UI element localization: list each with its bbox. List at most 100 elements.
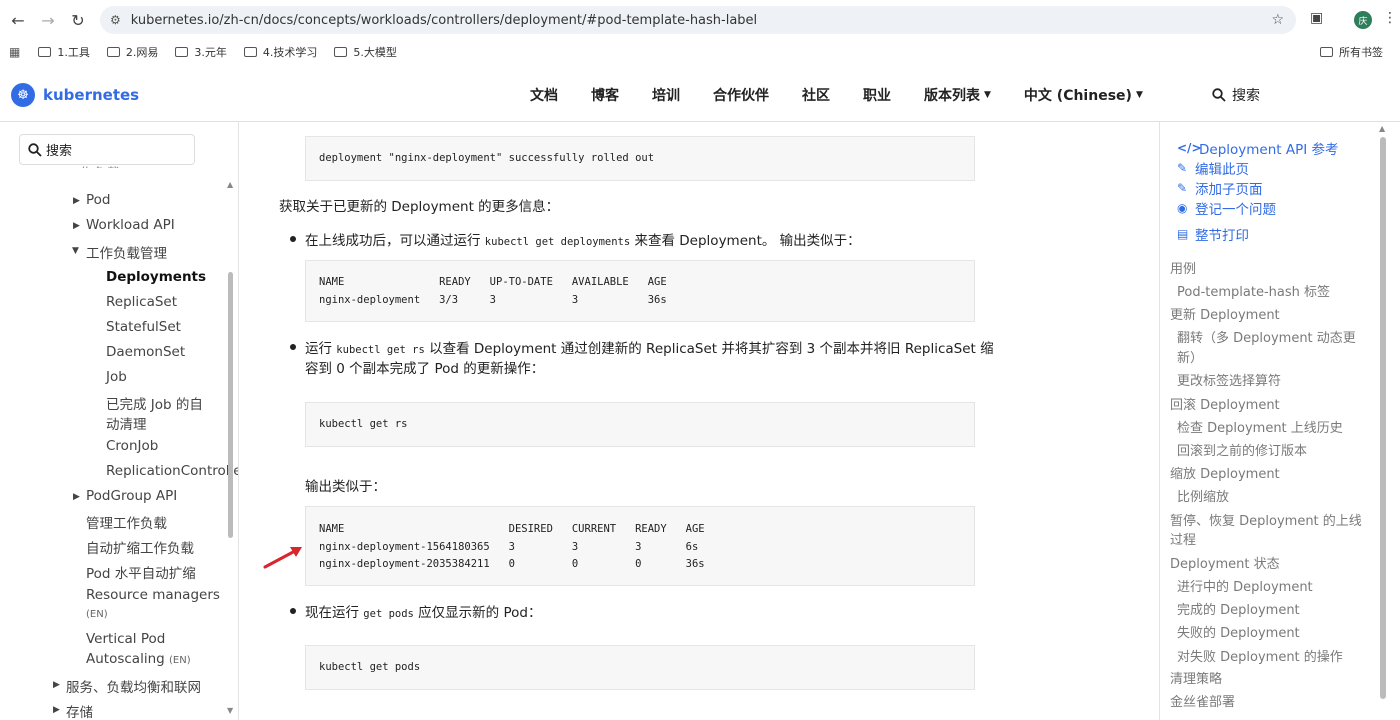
- avatar[interactable]: 庆: [1354, 11, 1372, 29]
- toc-item[interactable]: 过程: [1170, 531, 1196, 550]
- caret-right-icon[interactable]: ▶: [73, 196, 80, 206]
- create-issue-link[interactable]: ◉ 登记一个问题: [1177, 198, 1276, 218]
- toc-item[interactable]: 缩放 Deployment: [1170, 465, 1280, 484]
- toc-item[interactable]: 暂停、恢复 Deployment 的上线: [1170, 512, 1362, 531]
- toc-item[interactable]: 用例: [1170, 260, 1196, 279]
- sidebar-item-workload-api[interactable]: Workload API: [86, 217, 175, 233]
- scroll-down-icon[interactable]: ▼: [227, 706, 233, 715]
- sidebar-item-vpa[interactable]: Vertical Pod: [86, 631, 165, 647]
- address-bar[interactable]: ⚙ kubernetes.io/zh-cn/docs/concepts/work…: [100, 6, 1296, 34]
- folder-icon: [106, 47, 120, 57]
- sidebar-item-autoscaling[interactable]: 自动扩缩工作负载: [86, 537, 194, 557]
- toc-item[interactable]: 检查 Deployment 上线历史: [1177, 419, 1343, 438]
- caret-right-icon[interactable]: ▶: [53, 705, 60, 715]
- scroll-up-icon[interactable]: ▲: [1379, 124, 1385, 133]
- bullet-get-rs: 运行 kubectl get rs 以查看 Deployment 通过创建新的 …: [305, 341, 994, 357]
- bookmark-folder[interactable]: 2.网易: [106, 44, 158, 60]
- toc-item[interactable]: 翻转（多 Deployment 动态更: [1177, 329, 1356, 348]
- toc-item[interactable]: Deployment 状态: [1170, 555, 1280, 574]
- caret-down-icon: ▼: [984, 90, 991, 100]
- bullet-get-rs-line2: 容到 0 个副本完成了 Pod 的更新操作：: [305, 361, 545, 377]
- toc-item[interactable]: 对失败 Deployment 的操作: [1177, 648, 1343, 667]
- reload-icon[interactable]: ↻: [63, 5, 93, 35]
- site-info-icon[interactable]: ⚙: [110, 13, 121, 27]
- edit-page-link[interactable]: ✎ 编辑此页: [1177, 158, 1249, 178]
- sidebar-item-podgroup-api[interactable]: PodGroup API: [86, 488, 177, 504]
- bookmark-folder[interactable]: 3.元年: [175, 44, 227, 60]
- nav-language[interactable]: 中文 (Chinese) ▼: [1024, 85, 1143, 105]
- sidebar-item-hpa[interactable]: Pod 水平自动扩缩: [86, 562, 196, 582]
- deployment-api-reference-link[interactable]: </> Deployment API 参考: [1177, 138, 1339, 158]
- nav-versions[interactable]: 版本列表 ▼: [924, 85, 991, 105]
- toc-item[interactable]: 进行中的 Deployment: [1177, 578, 1313, 597]
- toc-item[interactable]: 比例缩放: [1177, 488, 1229, 507]
- folder-icon: [243, 47, 257, 57]
- toc-item[interactable]: 更改标签选择算符: [1177, 372, 1281, 391]
- menu-icon[interactable]: ⋮: [1383, 10, 1397, 26]
- toc-scrollbar[interactable]: [1380, 137, 1386, 699]
- toc-item[interactable]: 金丝雀部署: [1170, 693, 1235, 712]
- sidebar-item-services-networking[interactable]: 服务、负载均衡和联网: [66, 676, 201, 696]
- caret-down-icon[interactable]: ▼: [72, 246, 79, 256]
- red-arrow-annotation: [263, 547, 302, 569]
- edit-icon: ✎: [1177, 161, 1188, 175]
- toc-item[interactable]: 失败的 Deployment: [1177, 624, 1300, 643]
- bookmark-folder[interactable]: 5.大模型: [334, 44, 397, 60]
- folder-icon: [1320, 47, 1333, 57]
- nav-docs[interactable]: 文档: [530, 85, 558, 105]
- sidebar-item-cronjob[interactable]: CronJob: [106, 438, 158, 454]
- nav-blog[interactable]: 博客: [591, 85, 619, 105]
- sidebar-scrollbar[interactable]: [228, 272, 233, 538]
- apps-grid-icon[interactable]: ▦: [9, 45, 20, 59]
- bookmark-star-icon[interactable]: ☆: [1271, 12, 1284, 28]
- toc-item[interactable]: 更新 Deployment: [1170, 306, 1280, 325]
- code-block-rollout-status: deployment "nginx-deployment" successful…: [305, 136, 975, 181]
- sidebar-item-replicaset[interactable]: ReplicaSet: [106, 294, 177, 310]
- toc-item[interactable]: 完成的 Deployment: [1177, 601, 1300, 620]
- print-section-link[interactable]: ▤ 整节打印: [1177, 224, 1249, 244]
- scroll-up-icon[interactable]: ▲: [227, 180, 233, 189]
- bookmark-folder[interactable]: 4.技术学习: [243, 44, 317, 60]
- sidebar-item-statefulset[interactable]: StatefulSet: [106, 319, 181, 335]
- header-search[interactable]: 搜索: [1204, 80, 1394, 110]
- sidebar-item-workload-management[interactable]: 工作负载管理: [86, 242, 167, 262]
- sidebar-item-ttl-after-finished[interactable]: 已完成 Job 的自: [106, 393, 203, 413]
- bullet-dot: [290, 344, 296, 350]
- forward-icon[interactable]: →: [33, 5, 63, 35]
- sidebar-item-ttl-after-finished-line2[interactable]: 动清理: [106, 413, 147, 433]
- kubernetes-logo[interactable]: ☸ kubernetes: [11, 83, 139, 107]
- sidebar-item-job[interactable]: Job: [106, 369, 127, 385]
- add-child-page-link[interactable]: ✎ 添加子页面: [1177, 178, 1263, 198]
- nav-careers[interactable]: 职业: [863, 85, 891, 105]
- sidebar-item-resource-managers[interactable]: Resource managers: [86, 587, 220, 603]
- sidebar-item-pod[interactable]: Pod: [86, 192, 111, 208]
- nav-partners[interactable]: 合作伙伴: [713, 85, 769, 105]
- sidebar-item-workloads[interactable]: 工作负载: [66, 162, 120, 168]
- nav-training[interactable]: 培训: [652, 85, 680, 105]
- extensions-icon[interactable]: ▣: [1310, 10, 1323, 26]
- caret-right-icon[interactable]: ▶: [53, 680, 60, 690]
- site-header: ☸ kubernetes 文档 博客 培训 合作伙伴 社区 职业 版本列表 ▼ 中…: [0, 68, 1400, 122]
- sidebar-item-daemonset[interactable]: DaemonSet: [106, 344, 185, 360]
- toc-item[interactable]: Pod-template-hash 标签: [1177, 283, 1330, 302]
- bookmarks-bar: ▦ 1.工具 2.网易 3.元年 4.技术学习 5.大模型 所有书签: [0, 40, 1400, 64]
- bullet-dot: [290, 236, 296, 242]
- toc-item[interactable]: 回滚 Deployment: [1170, 396, 1280, 415]
- back-icon[interactable]: ←: [3, 5, 33, 35]
- sidebar-item-vpa-line2[interactable]: Autoscaling (EN): [86, 651, 191, 667]
- bullet-get-pods: 现在运行 get pods 应仅显示新的 Pod：: [305, 605, 542, 621]
- toc-item[interactable]: 清理策略: [1170, 670, 1222, 689]
- toc-item[interactable]: 回滚到之前的修订版本: [1177, 442, 1307, 461]
- sidebar-item-storage[interactable]: 存储: [66, 701, 93, 720]
- github-icon: ◉: [1177, 201, 1188, 215]
- all-bookmarks[interactable]: 所有书签: [1320, 44, 1383, 60]
- sidebar-item-deployments[interactable]: Deployments: [106, 269, 206, 285]
- caret-right-icon[interactable]: ▶: [73, 492, 80, 502]
- caret-right-icon[interactable]: ▶: [73, 221, 80, 231]
- bookmark-folder[interactable]: 1.工具: [38, 44, 90, 60]
- sidebar-item-replicationcontroller[interactable]: ReplicationControlle: [106, 463, 238, 479]
- sidebar-search-input[interactable]: 搜索: [19, 134, 195, 165]
- sidebar-item-manage-workloads[interactable]: 管理工作负载: [86, 512, 167, 532]
- nav-community[interactable]: 社区: [802, 85, 830, 105]
- toc-item[interactable]: 新）: [1177, 349, 1203, 368]
